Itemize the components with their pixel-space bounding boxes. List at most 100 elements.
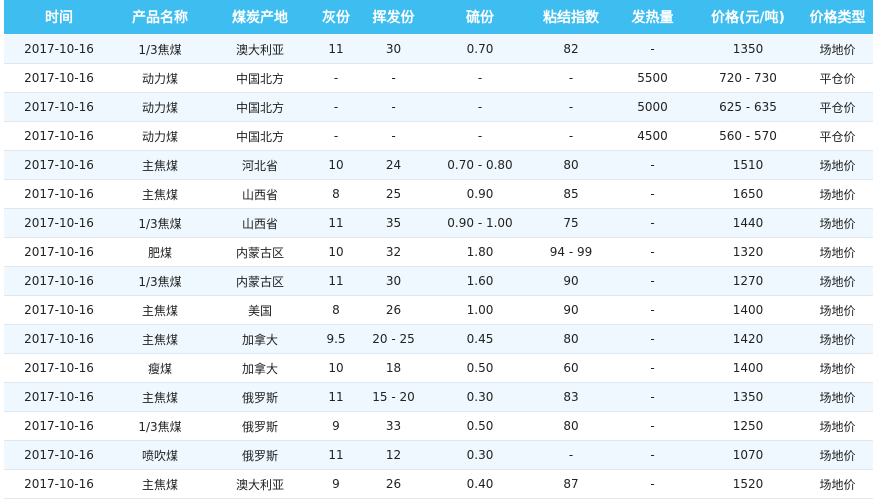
cell-price: 1350	[694, 382, 802, 412]
cell-price: 1070	[694, 440, 802, 470]
cell-caking-index: -	[531, 63, 611, 93]
cell-price: 560 - 570	[694, 121, 802, 151]
column-header-volatile: 挥发份	[358, 0, 429, 35]
cell-origin: 俄罗斯	[206, 440, 314, 470]
cell-origin: 内蒙古区	[206, 266, 314, 296]
cell-ash: -	[314, 92, 358, 122]
cell-volatile: -	[358, 121, 429, 151]
cell-calorific-value: 5000	[611, 92, 694, 122]
cell-origin: 中国北方	[206, 63, 314, 93]
cell-sulfur: 1.80	[429, 237, 531, 267]
cell-ash: 9	[314, 469, 358, 499]
cell-date: 2017-10-16	[4, 150, 114, 180]
cell-ash: 8	[314, 179, 358, 209]
column-header-calorific-value: 发热量	[611, 0, 694, 35]
table-row: 2017-10-16 主焦煤 山西省 8 25 0.90 85-1650 场地价	[4, 179, 873, 209]
cell-origin: 澳大利亚	[206, 469, 314, 499]
column-header-sulfur: 硫份	[429, 0, 531, 35]
cell-volatile: 33	[358, 411, 429, 441]
cell-volatile: -	[358, 63, 429, 93]
cell-price: 1440	[694, 208, 802, 238]
cell-date: 2017-10-16	[4, 324, 114, 354]
table-row: 2017-10-16 1/3焦煤 俄罗斯 9 33 0.50 80-1250 场地价	[4, 411, 873, 441]
column-header-caking-index: 粘结指数	[531, 0, 611, 35]
cell-ash: 9.5	[314, 324, 358, 354]
cell-calorific-value: -	[611, 324, 694, 354]
table-row: 2017-10-16 主焦煤 河北省 10 24 0.70 - 0.80 80-1510 场地…	[4, 150, 873, 180]
cell-price-type: 场地价	[802, 382, 873, 412]
cell-origin: 山西省	[206, 208, 314, 238]
cell-sulfur: 0.50	[429, 353, 531, 383]
cell-sulfur: -	[429, 63, 531, 93]
cell-volatile: 20 - 25	[358, 324, 429, 354]
cell-product-name: 瘦煤	[114, 353, 206, 383]
cell-price-type: 场地价	[802, 295, 873, 325]
cell-price: 625 - 635	[694, 92, 802, 122]
cell-price-type: 场地价	[802, 411, 873, 441]
cell-volatile: 12	[358, 440, 429, 470]
cell-volatile: 24	[358, 150, 429, 180]
cell-price: 1510	[694, 150, 802, 180]
table-body: 2017-10-16 1/3焦煤 澳大利亚 11 30 0.70 82-1350 场地价 201…	[4, 34, 873, 499]
table-header: 时间 产品名称 煤炭产地 灰份 挥发份 硫份 粘结指数 发热量 价格(元/吨) 价格类型	[4, 0, 873, 35]
cell-sulfur: 0.50	[429, 411, 531, 441]
cell-price: 1270	[694, 266, 802, 296]
cell-sulfur: 0.45	[429, 324, 531, 354]
cell-product-name: 主焦煤	[114, 324, 206, 354]
cell-sulfur: 0.40	[429, 469, 531, 499]
cell-date: 2017-10-16	[4, 34, 114, 64]
column-header-date: 时间	[4, 0, 114, 35]
cell-product-name: 肥煤	[114, 237, 206, 267]
cell-ash: -	[314, 121, 358, 151]
table-row: 2017-10-16 主焦煤 美国 8 26 1.00 90-1400 场地价	[4, 295, 873, 325]
table-row: 2017-10-16 肥煤 内蒙古区 10 32 1.80 94 - 99-1320 场地价	[4, 237, 873, 267]
cell-caking-index: 80	[531, 324, 611, 354]
table-row: 2017-10-16 喷吹煤 俄罗斯 11 12 0.30- -1070 场地价	[4, 440, 873, 470]
cell-ash: 10	[314, 353, 358, 383]
cell-calorific-value: -	[611, 353, 694, 383]
cell-origin: 俄罗斯	[206, 382, 314, 412]
cell-price: 1320	[694, 237, 802, 267]
cell-price-type: 平仓价	[802, 92, 873, 122]
cell-origin: 中国北方	[206, 121, 314, 151]
cell-caking-index: 87	[531, 469, 611, 499]
cell-volatile: -	[358, 92, 429, 122]
table-row: 2017-10-16 主焦煤 俄罗斯 11 15 - 20 0.30 83-1350 场地价	[4, 382, 873, 412]
cell-volatile: 15 - 20	[358, 382, 429, 412]
cell-ash: 11	[314, 382, 358, 412]
cell-price: 1350	[694, 34, 802, 64]
cell-sulfur: 0.30	[429, 440, 531, 470]
cell-price: 1520	[694, 469, 802, 499]
cell-caking-index: 80	[531, 411, 611, 441]
cell-sulfur: 0.70	[429, 34, 531, 64]
table-row: 2017-10-16 瘦煤 加拿大 10 18 0.50 60-1400 场地价	[4, 353, 873, 383]
coal-price-table: 时间 产品名称 煤炭产地 灰份 挥发份 硫份 粘结指数 发热量 价格(元/吨) 价格类型 2017…	[4, 0, 873, 499]
cell-sulfur: 0.90 - 1.00	[429, 208, 531, 238]
cell-price-type: 平仓价	[802, 63, 873, 93]
cell-price-type: 场地价	[802, 34, 873, 64]
cell-volatile: 32	[358, 237, 429, 267]
cell-product-name: 喷吹煤	[114, 440, 206, 470]
cell-product-name: 主焦煤	[114, 469, 206, 499]
cell-ash: 9	[314, 411, 358, 441]
table-row: 2017-10-16 1/3焦煤 澳大利亚 11 30 0.70 82-1350 场地价	[4, 34, 873, 64]
cell-volatile: 35	[358, 208, 429, 238]
cell-date: 2017-10-16	[4, 121, 114, 151]
table-row: 2017-10-16 动力煤 中国北方 - - - -5500 720 - 730 平仓价	[4, 63, 873, 93]
cell-date: 2017-10-16	[4, 179, 114, 209]
cell-ash: 11	[314, 266, 358, 296]
cell-price-type: 场地价	[802, 237, 873, 267]
header-row: 时间 产品名称 煤炭产地 灰份 挥发份 硫份 粘结指数 发热量 价格(元/吨) 价格类型	[4, 0, 873, 35]
cell-calorific-value: -	[611, 179, 694, 209]
cell-price-type: 场地价	[802, 469, 873, 499]
cell-calorific-value: -	[611, 411, 694, 441]
cell-origin: 美国	[206, 295, 314, 325]
cell-date: 2017-10-16	[4, 353, 114, 383]
table-row: 2017-10-16 主焦煤 澳大利亚 9 26 0.40 87-1520 场地价	[4, 469, 873, 499]
cell-product-name: 1/3焦煤	[114, 208, 206, 238]
cell-calorific-value: -	[611, 382, 694, 412]
cell-calorific-value: -	[611, 34, 694, 64]
cell-calorific-value: 4500	[611, 121, 694, 151]
cell-origin: 俄罗斯	[206, 411, 314, 441]
table-row: 2017-10-16 1/3焦煤 山西省 11 35 0.90 - 1.00 75-1440…	[4, 208, 873, 238]
